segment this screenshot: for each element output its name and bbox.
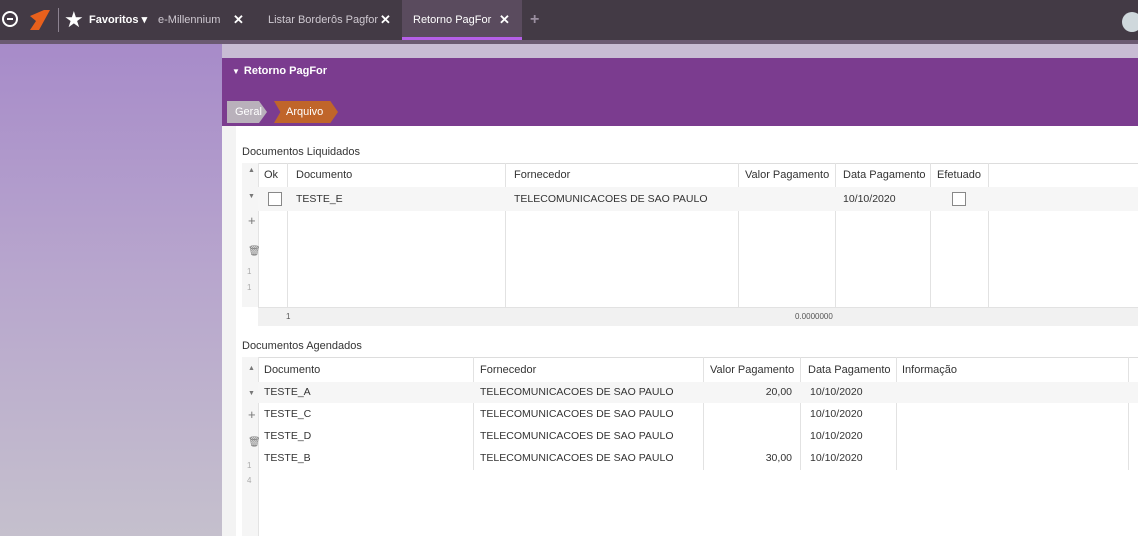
user-avatar-icon[interactable] [1122,12,1138,32]
toolbar-separator [58,8,59,32]
tab-e-millennium[interactable]: e-Millennium [158,0,220,40]
tab-close-icon[interactable]: ✕ [233,0,244,40]
panel-gap [222,44,1138,58]
column-header-data-pagamento[interactable]: Data Pagamento [808,364,891,376]
cell-data-pagamento: 10/10/2020 [843,193,896,205]
column-header-fornecedor[interactable]: Fornecedor [514,169,570,181]
column-divider [738,163,739,307]
column-divider [473,357,474,470]
column-header-valor-pagamento[interactable]: Valor Pagamento [710,364,794,376]
column-divider [287,163,288,307]
row-efetuado-checkbox[interactable] [952,192,966,206]
column-header-documento[interactable]: Documento [296,169,352,181]
cell-valor-pagamento: 30,00 [765,452,792,464]
row-caret-icon[interactable]: ▼ [248,193,255,200]
cell-fornecedor: TELECOMUNICACOES DE SAO PAULO [480,430,674,442]
cell-documento: TESTE_A [264,386,311,398]
gutter-number: 4 [247,476,252,485]
collapse-caret-icon[interactable]: ▼ [232,67,240,76]
cell-data-pagamento: 10/10/2020 [810,430,863,442]
cell-data-pagamento: 10/10/2020 [810,452,863,464]
sort-up-icon[interactable]: ▲ [248,167,255,174]
tab-listar-borderos[interactable]: Listar Borderôs Pagfor [268,0,378,40]
star-icon[interactable]: ★ [64,6,84,34]
section-title-liquidados: Documentos Liquidados [242,146,361,158]
cell-data-pagamento: 10/10/2020 [810,408,863,420]
form-title[interactable]: ▼ Retorno PagFor [232,65,327,77]
column-header-data-pagamento[interactable]: Data Pagamento [843,169,926,181]
plus-icon[interactable]: + [530,0,539,40]
tab-close-icon[interactable]: ✕ [380,0,391,40]
breadcrumb-geral[interactable]: Geral [227,101,267,123]
cell-documento: TESTE_D [264,430,312,442]
gutter-number: 1 [247,267,252,276]
breadcrumb-arquivo[interactable]: Arquivo [274,101,338,123]
gutter-number: 1 [247,461,252,470]
table-row[interactable] [258,382,1138,403]
form-title-text: Retorno PagFor [243,65,328,77]
grid-footer [258,307,1138,326]
section-title-agendados: Documentos Agendados [242,340,362,352]
delete-row-icon[interactable]: 🗑 [248,437,261,448]
column-divider [930,163,931,307]
column-divider [505,163,506,307]
logout-icon[interactable] [2,11,18,27]
column-header-informacao[interactable]: Informação [902,364,957,376]
cell-valor-pagamento: 20,00 [765,386,792,398]
column-header-documento[interactable]: Documento [264,364,320,376]
column-divider [896,357,897,470]
column-divider [1128,357,1129,470]
sort-up-icon[interactable]: ▲ [248,365,255,372]
cell-fornecedor: TELECOMUNICACOES DE SAO PAULO [480,386,674,398]
column-header-efetuado[interactable]: Efetuado [937,169,981,181]
left-background-panel [0,44,222,536]
favorites-menu[interactable]: Favoritos ▾ [89,0,147,40]
content-left-strip [222,126,236,536]
tab-retorno-pagfor-label[interactable]: Retorno PagFor [413,0,491,40]
column-header-fornecedor[interactable]: Fornecedor [480,364,536,376]
cell-fornecedor: TELECOMUNICACOES DE SAO PAULO [480,452,674,464]
footer-total: 0.0000000 [795,312,833,321]
tab-close-icon[interactable]: ✕ [499,0,510,40]
row-caret-icon[interactable]: ▼ [248,390,255,397]
column-header-ok[interactable]: Ok [264,169,278,181]
column-header-valor-pagamento[interactable]: Valor Pagamento [745,169,829,181]
column-divider [835,163,836,307]
cell-data-pagamento: 10/10/2020 [810,386,863,398]
row-ok-checkbox[interactable] [268,192,282,206]
add-row-icon[interactable]: + [248,407,256,422]
cell-fornecedor: TELECOMUNICACOES DE SAO PAULO [480,408,674,420]
gutter-number: 1 [247,283,252,292]
cell-documento: TESTE_E [296,193,343,205]
cell-fornecedor: TELECOMUNICACOES DE SAO PAULO [514,193,708,205]
delete-row-icon[interactable]: 🗑 [248,246,261,257]
cell-documento: TESTE_B [264,452,311,464]
column-divider [800,357,801,470]
form-header [222,58,1138,126]
cell-documento: TESTE_C [264,408,312,420]
add-row-icon[interactable]: + [248,213,256,228]
footer-count: 1 [286,312,291,321]
column-divider [988,163,989,307]
